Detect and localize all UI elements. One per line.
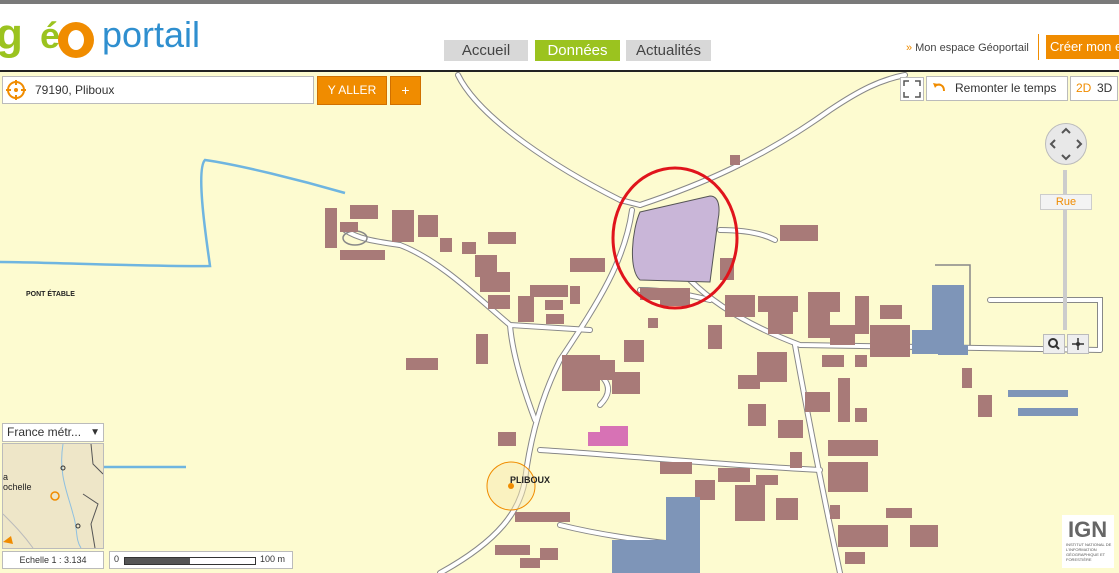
search-input[interactable]	[33, 80, 307, 100]
ign-logo[interactable]: IGN INSTITUT NATIONAL DE L'INFORMATION G…	[1062, 515, 1114, 568]
center-button[interactable]	[1067, 334, 1089, 354]
more-options-button[interactable]: +	[390, 76, 421, 105]
header: g é portail Accueil Données Actualités »…	[0, 4, 1119, 72]
creer-compte-button[interactable]: Créer mon e	[1046, 35, 1119, 59]
logo-g: g	[0, 10, 23, 59]
logo-eo-icon: é	[40, 15, 94, 58]
zoom-level-label: Rue	[1040, 194, 1092, 210]
go-button[interactable]: Y ALLER	[317, 76, 387, 105]
nav-actualites[interactable]: Actualités	[626, 40, 711, 61]
nav-accueil[interactable]: Accueil	[444, 40, 528, 61]
scale-ratio: Echelle 1 : 3.134	[2, 551, 104, 569]
search-box	[2, 76, 314, 104]
crosshair-icon	[1072, 338, 1084, 350]
logo-portail: portail	[102, 14, 201, 55]
magnifier-icon	[1048, 338, 1060, 350]
mode-3d-button[interactable]: 3D	[1097, 77, 1112, 100]
mon-espace-label: Mon espace Géoportail	[915, 42, 1029, 54]
scale-graphic	[124, 557, 256, 565]
geolocate-icon[interactable]	[6, 80, 26, 100]
map-layer	[0, 72, 1103, 573]
fullscreen-icon	[903, 80, 921, 98]
mode-2d-button[interactable]: 2D	[1076, 77, 1091, 100]
dimension-toggle: 2D 3D	[1070, 76, 1118, 101]
undo-arrow-icon	[933, 83, 945, 92]
mon-espace-link[interactable]: » Mon espace Géoportail	[906, 42, 1029, 54]
dropdown-arrow-icon: ▼	[90, 427, 100, 438]
zoom-box-button[interactable]	[1043, 334, 1065, 354]
ign-logo-letters: IGN	[1068, 517, 1108, 542]
scale-bar: 0 100 m	[109, 551, 293, 569]
pan-arrows-icon	[1049, 127, 1083, 161]
header-separator	[1038, 34, 1039, 60]
map-canvas[interactable]	[0, 72, 1119, 573]
remonter-le-temps-button[interactable]: Remonter le temps	[926, 76, 1068, 101]
minimap-select-label: France métr...	[7, 425, 82, 439]
nav-donnees[interactable]: Données	[535, 40, 620, 61]
minimap-territory-select[interactable]: France métr... ▼	[2, 423, 104, 442]
svg-text:é: é	[40, 15, 60, 56]
remonter-label: Remonter le temps	[955, 81, 1057, 95]
fullscreen-button[interactable]	[900, 77, 924, 101]
ign-logo-text: INSTITUT NATIONAL DE L'INFORMATION GÉOGR…	[1066, 542, 1112, 562]
minimap-city-label: a ochelle	[3, 472, 32, 492]
pan-control[interactable]	[1045, 123, 1087, 165]
place-label-pliboux: PLIBOUX	[510, 475, 551, 485]
chevron-right-icon: »	[906, 42, 913, 54]
minimap[interactable]: a ochelle	[2, 443, 104, 549]
scale-max-label: 100 m	[260, 554, 286, 564]
minimap-image	[3, 444, 103, 548]
place-label-pont-etable: PONT ÉTABLE	[26, 291, 75, 298]
scale-min-label: 0	[114, 554, 120, 564]
